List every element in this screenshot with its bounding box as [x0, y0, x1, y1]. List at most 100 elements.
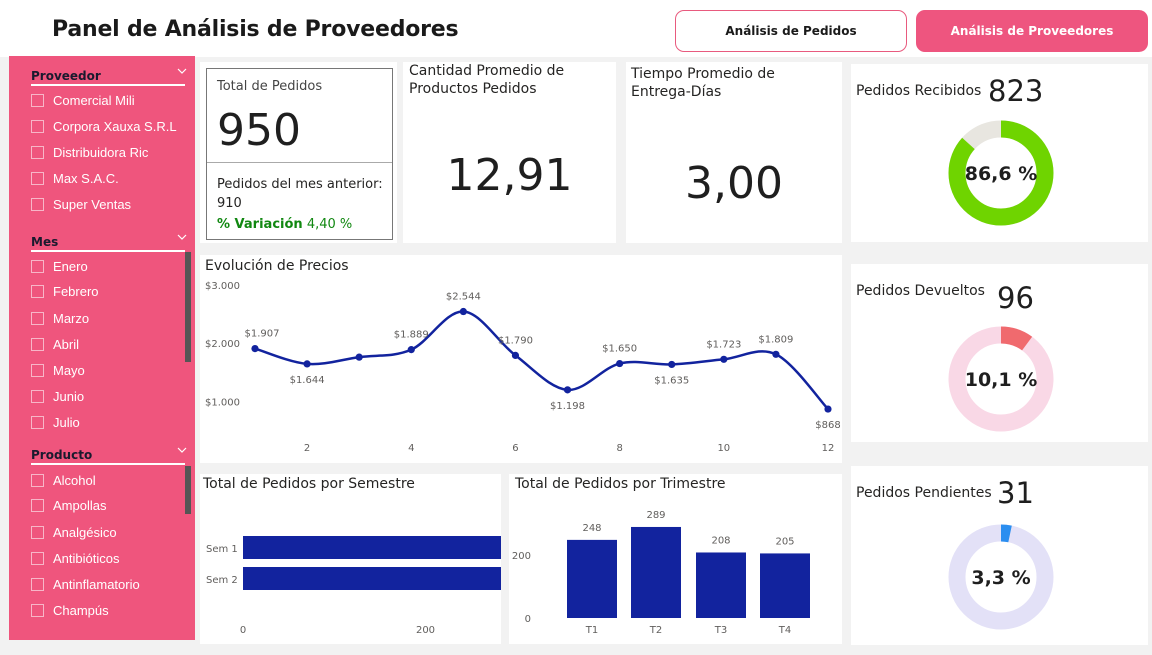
x-tick-label: 8: [616, 443, 622, 454]
price-point[interactable]: [459, 307, 467, 316]
checkbox[interactable]: [31, 363, 44, 377]
nav-analisis-pedidos-button[interactable]: Análisis de Pedidos: [675, 10, 907, 52]
nav-analisis-proveedores-button[interactable]: Análisis de Proveedores: [916, 10, 1148, 52]
trimestre-bar[interactable]: [696, 552, 746, 618]
checkbox[interactable]: [31, 551, 44, 565]
producto-option[interactable]: Alcohol: [31, 470, 96, 490]
proveedor-option[interactable]: Distribuidora Ric: [31, 142, 148, 162]
bar-value-label: 289: [646, 510, 665, 521]
checkbox[interactable]: [31, 577, 44, 591]
checkbox[interactable]: [31, 498, 44, 512]
proveedor-option[interactable]: Max S.A.C.: [31, 168, 119, 188]
mes-option-label: Marzo: [53, 310, 90, 326]
category-label: T2: [649, 625, 662, 636]
price-point[interactable]: [720, 355, 728, 363]
category-label: T3: [714, 625, 727, 636]
tiempo-promedio-card: Tiempo Promedio de Entrega-Días 3,00: [626, 62, 842, 243]
mes-filter-label: Mes: [31, 235, 59, 249]
producto-scrollbar[interactable]: [185, 466, 191, 514]
producto-option[interactable]: Antibióticos: [31, 548, 119, 568]
producto-option-label: Alcohol: [53, 472, 96, 488]
checkbox[interactable]: [31, 171, 44, 185]
checkbox[interactable]: [31, 389, 44, 403]
checkbox[interactable]: [31, 119, 44, 133]
mes-option[interactable]: Febrero: [31, 281, 99, 301]
proveedor-option[interactable]: Corpora Xauxa S.R.L: [31, 116, 177, 136]
mes-filter-header[interactable]: Mes: [31, 232, 187, 252]
mes-scrollbar[interactable]: [185, 252, 191, 362]
total-pedidos-frame: Total de Pedidos 950 Pedidos del mes ant…: [206, 68, 393, 240]
price-point[interactable]: [668, 360, 676, 369]
checkbox[interactable]: [31, 473, 44, 487]
proveedor-filter-header[interactable]: Proveedor: [31, 66, 187, 86]
producto-filter-header[interactable]: Producto: [31, 445, 187, 465]
producto-option[interactable]: Ampollas: [31, 495, 106, 515]
proveedor-filter-label: Proveedor: [31, 69, 101, 83]
total-pedidos-value: 950: [217, 105, 301, 156]
donut-card: Pedidos Devueltos 96 10,1 %: [851, 264, 1148, 442]
price-point[interactable]: [616, 359, 624, 368]
checkbox[interactable]: [31, 415, 44, 429]
checkbox[interactable]: [31, 525, 44, 539]
price-point[interactable]: [563, 386, 572, 394]
producto-option[interactable]: Analgésico: [31, 522, 117, 542]
checkbox[interactable]: [31, 145, 44, 159]
producto-option-label: Antibióticos: [53, 550, 120, 566]
trimestre-bar-chart: 248 T1 289 T2 208 T3 205 T4 0 200: [512, 510, 810, 636]
price-point[interactable]: [251, 344, 259, 353]
price-point[interactable]: [355, 353, 363, 361]
variation-row: % Variación 4,40 %: [217, 217, 352, 232]
checkbox[interactable]: [31, 197, 44, 211]
checkbox[interactable]: [31, 259, 44, 273]
semestre-bar[interactable]: [243, 567, 501, 590]
chevron-down-icon[interactable]: [177, 445, 187, 455]
mes-option[interactable]: Julio: [31, 412, 80, 432]
chevron-down-icon[interactable]: [177, 66, 187, 76]
bar-value-label: 208: [711, 535, 730, 546]
mes-option-label: Abril: [53, 336, 80, 352]
mes-option[interactable]: Marzo: [31, 308, 89, 328]
price-point[interactable]: [824, 405, 832, 413]
trimestre-bar[interactable]: [631, 526, 681, 618]
trimestre-bar[interactable]: [760, 553, 810, 618]
prev-month-label: Pedidos del mes anterior:: [217, 177, 383, 192]
semestre-bar[interactable]: [243, 536, 501, 559]
price-data-label: $1.644: [290, 375, 325, 386]
price-point[interactable]: [511, 351, 520, 359]
checkbox[interactable]: [31, 93, 44, 107]
price-point[interactable]: [772, 350, 780, 358]
donut-pct-label: 10,1 %: [965, 369, 1038, 391]
price-data-label: $1.723: [706, 339, 741, 350]
semestre-card: Total de Pedidos por Semestre Sem 1537Se…: [200, 474, 501, 644]
line-chart: $1.000 $2.000 $3.000 2 4 6 8 10 12 $1.907 $1.644 $1…: [205, 281, 841, 454]
semestre-bar-chart: Sem 1537Sem 24130200400: [206, 536, 501, 636]
mes-option[interactable]: Junio: [31, 386, 84, 406]
mes-option-label: Enero: [53, 258, 88, 274]
variation-label: % Variación: [217, 217, 303, 232]
price-point[interactable]: [407, 346, 415, 354]
donut-pct-label: 86,6 %: [965, 163, 1038, 185]
checkbox[interactable]: [31, 311, 44, 325]
proveedor-option-label: Corpora Xauxa S.R.L: [53, 118, 177, 134]
cantidad-promedio-card: Cantidad Promedio de Productos Pedidos 1…: [403, 62, 616, 243]
price-point[interactable]: [303, 360, 311, 368]
proveedor-option-label: Comercial Mili: [53, 92, 135, 108]
checkbox[interactable]: [31, 337, 44, 351]
donut-chart: 10,1 %: [948, 326, 1054, 432]
producto-option-label: Champús: [53, 602, 109, 618]
chevron-down-icon[interactable]: [177, 232, 187, 242]
producto-option[interactable]: Champús: [31, 600, 109, 620]
mes-option[interactable]: Mayo: [31, 360, 85, 380]
price-series-line[interactable]: [254, 310, 829, 410]
proveedor-option[interactable]: Super Ventas: [31, 194, 131, 214]
mes-option[interactable]: Enero: [31, 256, 88, 276]
filter-sidebar: Proveedor Comercial Mili Corpora Xauxa S.…: [9, 56, 195, 640]
trimestre-bar[interactable]: [567, 539, 617, 618]
producto-option[interactable]: Antinflamatorio: [31, 574, 140, 594]
checkbox[interactable]: [31, 284, 44, 298]
proveedor-option[interactable]: Comercial Mili: [31, 90, 135, 110]
checkbox[interactable]: [31, 603, 44, 617]
mes-option[interactable]: Abril: [31, 334, 79, 354]
price-data-label: $2.544: [446, 292, 481, 303]
category-label: Sem 1: [206, 544, 238, 555]
